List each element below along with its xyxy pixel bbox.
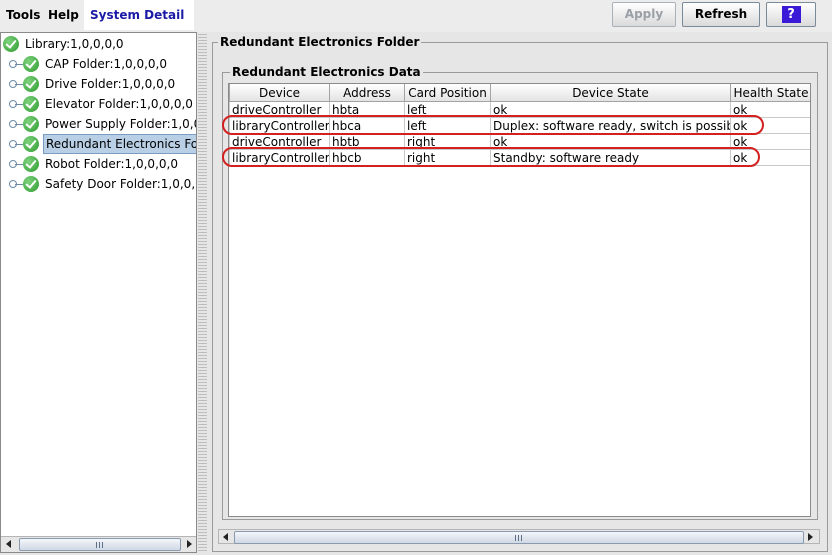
menu-tools[interactable]: Tools [6, 8, 40, 22]
tree-item-label: Power Supply Folder:1,0,0,0,0 [45, 117, 196, 131]
tree-item-label: Robot Folder:1,0,0,0,0 [45, 157, 178, 171]
status-ok-icon [23, 76, 39, 92]
table-cell: right [404, 133, 491, 150]
table-cell: ok [730, 149, 810, 166]
column-header[interactable]: Device State [490, 84, 731, 102]
table-cell: ok [730, 101, 810, 118]
column-header[interactable]: Address [329, 84, 405, 102]
table-horizontal-scrollbar[interactable] [218, 529, 820, 544]
table-cell: left [404, 101, 491, 118]
apply-button[interactable]: Apply [612, 2, 676, 27]
redundant-electronics-table: Device Address Card Position Device State He… [229, 84, 810, 166]
table-cell: libraryController [229, 149, 330, 166]
status-ok-icon [23, 156, 39, 172]
tree-horizontal-scrollbar[interactable] [1, 536, 196, 552]
tree-line [15, 144, 23, 145]
tab-system-detail[interactable]: System Detail [84, 0, 195, 30]
tree-line [15, 84, 23, 85]
status-ok-icon [23, 56, 39, 72]
split-pane-divider[interactable] [198, 32, 207, 553]
table-cell: ok [730, 133, 810, 150]
column-header[interactable]: Card Position [404, 84, 491, 102]
table-cell: ok [490, 101, 731, 118]
tree-item-label: Safety Door Folder:1,0,0,0,0 [45, 177, 196, 191]
refresh-button[interactable]: Refresh [682, 2, 760, 27]
table-cell: right [404, 149, 491, 166]
tree-line [15, 64, 23, 65]
status-ok-icon [23, 176, 39, 192]
table-row[interactable]: libraryController hbcb right Standby: softw… [229, 149, 810, 166]
scroll-left-icon[interactable] [223, 533, 228, 541]
column-header[interactable]: Health State [730, 84, 810, 102]
tree-item-label: Drive Folder:1,0,0,0,0 [45, 77, 176, 91]
status-ok-icon [3, 36, 19, 52]
table-cell: hbca [329, 117, 405, 134]
tree-item-label: Elevator Folder:1,0,0,0,0 [45, 97, 193, 111]
scroll-right-icon[interactable] [808, 533, 813, 541]
table-cell: left [404, 117, 491, 134]
table-row[interactable]: driveController hbta left ok ok [229, 101, 810, 118]
status-ok-icon [23, 96, 39, 112]
table-cell: hbcb [329, 149, 405, 166]
tree-item-label: CAP Folder:1,0,0,0,0 [45, 57, 167, 71]
folder-title: Redundant Electronics Folder [218, 35, 422, 49]
tree-item-label: Redundant Electronics Folder [43, 134, 196, 154]
scroll-left-icon[interactable] [6, 540, 11, 548]
tree-line [15, 124, 23, 125]
scrollbar-thumb[interactable] [19, 538, 181, 551]
table-cell: Duplex: software ready, switch is possib… [490, 117, 731, 134]
table-row[interactable]: libraryController hbca left Duplex: softwar… [229, 117, 810, 134]
data-title: Redundant Electronics Data [230, 65, 423, 79]
table-cell: driveController [229, 133, 330, 150]
table-cell: libraryController [229, 117, 330, 134]
status-ok-icon [23, 136, 39, 152]
top-toolbar: Tools Help System Detail Apply Refresh ? [0, 0, 832, 32]
scrollbar-thumb[interactable] [234, 531, 804, 544]
tree-line [15, 164, 23, 165]
table-cell: ok [730, 117, 810, 134]
table-cell: ok [490, 133, 731, 150]
tree-root-label: Library:1,0,0,0,0 [25, 37, 124, 51]
tree-line [15, 104, 23, 105]
table-cell: Standby: software ready [490, 149, 731, 166]
status-ok-icon [23, 116, 39, 132]
table-cell: hbta [329, 101, 405, 118]
column-header[interactable]: Device [229, 84, 330, 102]
tree-panel: Library:1,0,0,0,0 CAP Folder:1,0,0,0,0 Dr… [0, 32, 197, 553]
help-icon: ? [781, 6, 801, 23]
menu-help[interactable]: Help [48, 8, 79, 22]
tree-line [15, 184, 23, 185]
scroll-right-icon[interactable] [187, 540, 192, 548]
help-button[interactable]: ? [766, 2, 816, 27]
table-cell: driveController [229, 101, 330, 118]
data-table-container: Device Address Card Position Device State He… [228, 83, 811, 517]
table-row[interactable]: driveController hbtb right ok ok [229, 133, 810, 150]
table-cell: hbtb [329, 133, 405, 150]
